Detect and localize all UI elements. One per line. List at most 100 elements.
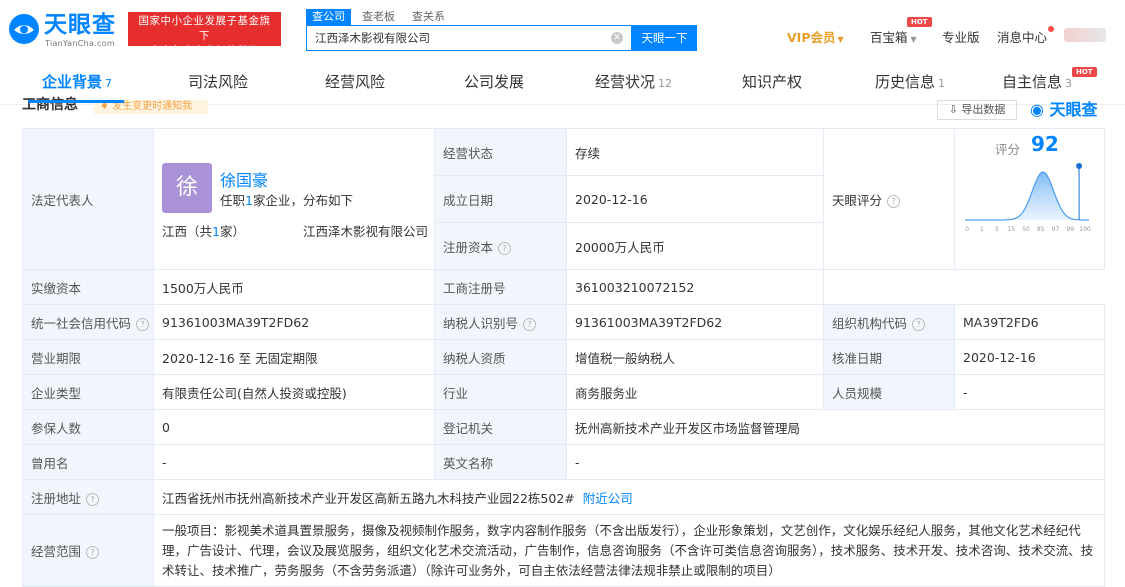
authority-label: 登记机关 [434,409,567,445]
term-value: 2020-12-16 至 无固定期限 [153,339,435,375]
scope-label-cell: 经营范围? [22,514,154,587]
help-icon[interactable]: ? [86,492,100,506]
score-label-cell: 天眼评分? [823,128,955,270]
address-label-cell: 注册地址? [22,479,154,515]
search-input[interactable] [307,26,603,50]
score-tick-label: 100 [1079,226,1091,233]
score-label: 天眼评分 [832,192,883,208]
help-icon[interactable]: ? [523,317,537,331]
score-value: 92 [1031,132,1059,156]
export-button[interactable]: ⇩ 导出数据 [937,100,1017,120]
nearby-companies-link[interactable]: 附近公司 [583,491,633,506]
score-tick-label: 99 [1066,226,1074,233]
tab-operating-status[interactable]: 经营状况 12 [595,62,672,102]
logo[interactable]: 天眼查 TianYanCha.com [8,11,124,51]
scope-value: 一般项目：影视美术道具置景服务，摄像及视频制作服务，数字内容制作服务（不含出版发… [153,514,1105,587]
address-label: 注册地址 [31,490,82,506]
address-cell: 江西省抚州市抚州高新技术产业开发区高新五路九木科技产业园22栋502# 附近公司 [153,479,1105,515]
score-tick-label: 50 [1022,226,1030,233]
official-badge: 国家中小企业发展子基金旗下 官方备案企业征信机构 [128,12,281,57]
help-icon[interactable]: ? [912,317,926,331]
messages-link[interactable]: 消息中心 [997,29,1047,47]
paid-capital-label: 实缴资本 [22,269,154,305]
export-icon: ⇩ [948,103,962,116]
baobao-menu[interactable]: 百宝箱 ▼ [870,29,917,49]
score-word: 评分 [995,142,1021,157]
tab-label: 企业背景 [42,73,103,91]
english-name-value: - [566,444,1105,480]
org-code-label: 组织机构代码 [832,315,908,331]
score-tick-label: 15 [1007,226,1015,233]
industry-label: 行业 [434,374,567,410]
org-code-value: MA39T2FD6 [954,304,1105,340]
tab-background[interactable]: 企业背景 7 [42,62,112,102]
clear-icon[interactable]: ✕ [611,32,623,44]
tab-development[interactable]: 公司发展 [464,62,524,102]
user-avatar[interactable] [1064,28,1106,42]
change-notify-label: 发生变更时通知我 [112,101,193,112]
help-icon[interactable]: ? [498,241,512,255]
credit-code-label-cell: 统一社会信用代码? [22,304,154,340]
tab-count: 12 [658,77,673,90]
tab-judicial-risk[interactable]: 司法风险 [188,62,248,102]
tab-ip[interactable]: 知识产权 [742,62,802,102]
hot-badge: HOT [1072,67,1097,77]
type-label: 企业类型 [22,374,154,410]
reg-no-label: 工商注册号 [434,269,567,305]
score-tick-label: 85 [1037,226,1045,233]
vip-menu[interactable]: VIP会员 ▼ [787,29,844,49]
vip-label: VIP会员 [787,30,836,45]
score-tick-label: 97 [1052,226,1060,233]
business-info-table: 法定代表人 徐 徐国豪 任职1家企业，分布如下 江西（共1家） 江西泽木影视有限… [22,128,1105,587]
status-label: 经营状态 [434,128,567,176]
authority-value: 抚州高新技术产业开发区市场监督管理局 [566,409,1105,445]
tab-label: 经营状况 [595,73,656,91]
term-label: 营业期限 [22,339,154,375]
search-tab-relation[interactable]: 查关系 [412,9,445,25]
caret-down-icon: ▼ [837,35,844,44]
baobao-label: 百宝箱 [870,30,908,45]
province-count: 1 [212,224,220,239]
legal-rep-summary: 任职1家企业，分布如下 [220,190,353,209]
address-value: 江西省抚州市抚州高新技术产业开发区高新五路九木科技产业园22栋502# [162,490,575,506]
paid-capital-value: 1500万人民币 [153,269,435,305]
legal-rep-label: 法定代表人 [22,128,154,270]
help-icon[interactable]: ? [136,317,150,331]
industry-value: 商务服务业 [566,374,824,410]
pro-link[interactable]: 专业版 [942,29,980,47]
tab-label: 公司发展 [464,73,525,91]
tab-label: 历史信息 [875,73,936,91]
logo-subtext: TianYanCha.com [45,39,115,48]
tax-qual-label: 纳税人资质 [434,339,567,375]
section-tabs: 企业背景 7 司法风险 经营风险 公司发展 经营状况 12 知识产权 历史信息 1 自… [0,62,1125,105]
search-tab-company[interactable]: 查公司 [306,9,351,25]
legal-rep-avatar[interactable]: 徐 [162,163,212,213]
badge-line-1: 国家中小企业发展子基金旗下 [138,15,271,42]
tab-count: 7 [105,77,113,90]
brand-text: 天眼查 [1049,100,1098,119]
help-icon[interactable]: ? [887,194,901,208]
former-name-label: 曾用名 [22,444,154,480]
tab-label: 经营风险 [325,73,386,91]
credit-code-label: 统一社会信用代码 [31,315,132,331]
legal-rep-company[interactable]: 江西泽木影视有限公司 [303,221,428,240]
summary-text: 任职 [220,193,246,208]
tab-count: 1 [938,77,946,90]
insured-value: 0 [153,409,435,445]
summary-text: 家企业，分布如下 [252,193,353,208]
tab-operating-risk[interactable]: 经营风险 [325,62,385,102]
tianyancha-eye-icon [9,14,39,44]
score-distribution-chart: 0 1 3 15 50 85 97 99 100 [965,163,1091,233]
org-code-label-cell: 组织机构代码? [823,304,955,340]
staff-label: 人员规模 [823,374,955,410]
legal-rep-name[interactable]: 徐国豪 [220,167,268,191]
score-cell: 评分 92 0 1 3 15 50 85 97 99 100 [954,128,1105,270]
est-date-label: 成立日期 [434,175,567,223]
est-date-value: 2020-12-16 [566,175,824,223]
legal-rep-province: 江西（共1家） [162,221,245,240]
tab-count: 3 [1065,77,1073,90]
search-tab-boss[interactable]: 查老板 [362,9,395,25]
tab-history[interactable]: 历史信息 1 [875,62,945,102]
search-button[interactable]: 天眼一下 [632,25,697,51]
tax-qual-value: 增值税一般纳税人 [566,339,824,375]
